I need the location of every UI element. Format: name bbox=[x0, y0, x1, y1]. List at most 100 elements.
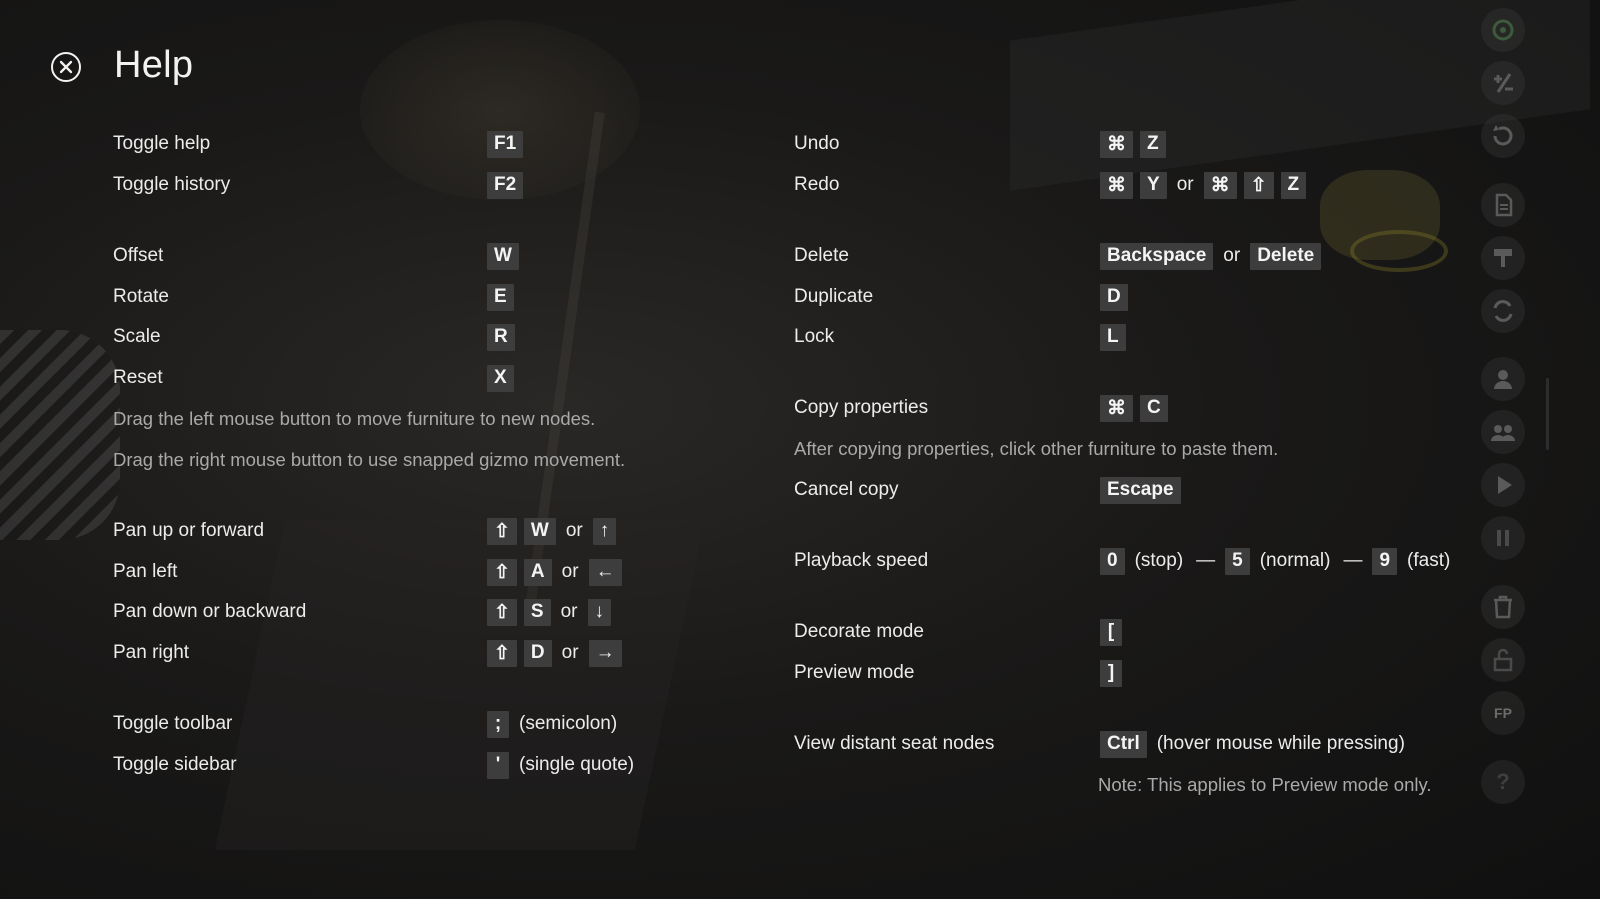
command-key-cap: ⌘ bbox=[1203, 171, 1237, 199]
shortcut-label: Pan right bbox=[113, 642, 190, 663]
shortcut-label: Decorate mode bbox=[794, 621, 924, 642]
plus-minus-icon bbox=[1494, 73, 1513, 93]
key-description: (hover mouse while pressing) bbox=[1156, 733, 1405, 754]
key-cap: L bbox=[1100, 323, 1126, 351]
rotate-button[interactable] bbox=[1481, 114, 1525, 158]
shortcut-label: Playback speed bbox=[794, 550, 929, 571]
or-text: or bbox=[565, 520, 583, 541]
key-cap: 9 bbox=[1372, 547, 1398, 575]
key-description: (semicolon) bbox=[519, 713, 618, 734]
shift-key-cap: ⇧ bbox=[487, 598, 517, 626]
command-key-cap: ⌘ bbox=[1100, 130, 1133, 158]
arrow-right-key-cap: → bbox=[588, 639, 622, 667]
key-cap: [ bbox=[1100, 618, 1122, 646]
shortcut-label: Reset bbox=[113, 367, 163, 388]
trash-button[interactable] bbox=[1481, 585, 1525, 629]
pause-button[interactable] bbox=[1481, 516, 1525, 560]
key-cap: ; bbox=[487, 710, 509, 738]
or-text: or bbox=[1176, 174, 1194, 195]
shortcut-label: Toggle toolbar bbox=[113, 713, 233, 734]
key-description: (fast) bbox=[1407, 550, 1451, 571]
group-button[interactable] bbox=[1481, 410, 1525, 454]
key-cap: 5 bbox=[1225, 547, 1250, 575]
key-cap: W bbox=[487, 242, 519, 270]
play-button[interactable] bbox=[1481, 463, 1525, 507]
shortcut-label: Cancel copy bbox=[794, 479, 899, 500]
shortcut-label: Toggle history bbox=[113, 174, 231, 195]
first-person-button[interactable]: FP bbox=[1481, 691, 1525, 735]
key-cap: X bbox=[487, 364, 514, 392]
shortcut-label: Pan left bbox=[113, 561, 178, 582]
or-text: or bbox=[560, 601, 578, 622]
person-icon bbox=[1494, 370, 1512, 389]
shortcut-label: Delete bbox=[794, 245, 849, 266]
key-cap: F1 bbox=[487, 130, 524, 158]
person-button[interactable] bbox=[1481, 357, 1525, 401]
key-cap: Z bbox=[1140, 130, 1166, 158]
target-button[interactable] bbox=[1481, 8, 1525, 52]
command-key-cap: ⌘ bbox=[1100, 171, 1133, 199]
swap-icon bbox=[1493, 300, 1513, 322]
shortcut-label: View distant seat nodes bbox=[794, 733, 995, 754]
shift-key-cap: ⇧ bbox=[487, 639, 517, 667]
key-cap: 0 bbox=[1100, 547, 1125, 575]
close-icon bbox=[59, 60, 73, 74]
first-person-icon: FP bbox=[1494, 705, 1512, 721]
dash-separator: — bbox=[1196, 550, 1216, 571]
shortcut-label: Duplicate bbox=[794, 286, 874, 307]
unlock-button[interactable] bbox=[1481, 638, 1525, 682]
swap-button[interactable] bbox=[1481, 289, 1525, 333]
key-cap: Z bbox=[1280, 171, 1307, 199]
arrow-left-key-cap: ← bbox=[588, 558, 622, 586]
shortcut-label: Lock bbox=[794, 326, 835, 347]
shift-key-cap: ⇧ bbox=[1243, 171, 1274, 199]
key-description: (stop) bbox=[1134, 550, 1184, 571]
shortcut-label: Rotate bbox=[113, 286, 169, 307]
arrow-up-key-cap: ↑ bbox=[592, 517, 617, 545]
key-cap: W bbox=[523, 517, 556, 545]
key-cap: F2 bbox=[487, 171, 524, 199]
help-button[interactable]: ? bbox=[1481, 760, 1525, 804]
arrow-down-key-cap: ↓ bbox=[587, 598, 612, 626]
key-cap: E bbox=[487, 283, 514, 311]
key-cap: S bbox=[523, 598, 551, 626]
key-cap: D bbox=[523, 639, 552, 667]
key-cap: Y bbox=[1140, 171, 1167, 199]
help-note: Drag the right mouse button to use snapp… bbox=[113, 449, 626, 470]
paint-roller-button[interactable] bbox=[1481, 236, 1525, 280]
shortcut-label: Pan up or forward bbox=[113, 520, 265, 541]
play-icon bbox=[1498, 476, 1512, 494]
help-note: Note: This applies to Preview mode only. bbox=[1098, 774, 1432, 795]
shortcut-label: Scale bbox=[113, 326, 161, 347]
scrollbar[interactable] bbox=[1546, 378, 1549, 450]
plus-minus-button[interactable] bbox=[1481, 61, 1525, 105]
dash-separator: — bbox=[1343, 550, 1363, 571]
key-description: (single quote) bbox=[519, 754, 635, 775]
key-cap: ' bbox=[487, 751, 509, 779]
shortcut-label: Toggle sidebar bbox=[113, 754, 237, 775]
rotate-icon bbox=[1493, 125, 1513, 146]
shortcut-label: Preview mode bbox=[794, 662, 915, 683]
help-note: Drag the left mouse button to move furni… bbox=[113, 408, 596, 429]
paint-roller-icon bbox=[1494, 249, 1512, 267]
document-button[interactable] bbox=[1481, 183, 1525, 227]
key-cap: R bbox=[487, 323, 515, 351]
trash-icon bbox=[1494, 595, 1512, 619]
shortcut-label: Offset bbox=[113, 245, 164, 266]
shift-key-cap: ⇧ bbox=[487, 558, 517, 586]
or-text: or bbox=[561, 642, 579, 663]
shortcut-label: Toggle help bbox=[113, 133, 211, 154]
key-cap: A bbox=[523, 558, 552, 586]
key-cap: Delete bbox=[1250, 242, 1322, 270]
close-help-button[interactable] bbox=[51, 52, 81, 82]
unlock-icon bbox=[1493, 648, 1513, 672]
or-text: or bbox=[1223, 245, 1241, 266]
command-key-cap: ⌘ bbox=[1100, 394, 1133, 422]
shortcut-label: Copy properties bbox=[794, 397, 929, 418]
group-icon bbox=[1491, 425, 1515, 441]
key-cap: Escape bbox=[1100, 476, 1181, 504]
or-text: or bbox=[561, 561, 579, 582]
key-description: (normal) bbox=[1259, 550, 1331, 571]
key-cap: D bbox=[1100, 283, 1128, 311]
help-note: After copying properties, click other fu… bbox=[794, 438, 1279, 459]
